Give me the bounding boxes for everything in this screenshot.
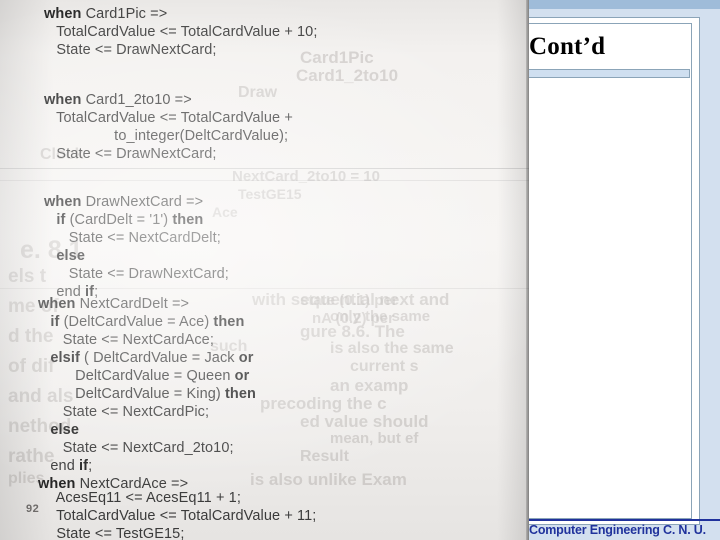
scan-right-edge-shadow	[526, 0, 529, 540]
code-line: State <= NextCardAce;	[38, 332, 214, 348]
code-line: State <= DrawNextCard;	[44, 146, 217, 162]
scan-page-number: 92	[26, 503, 40, 515]
code-line: State <= NextCardDelt;	[44, 230, 221, 246]
code-line: State <= TestGE15;	[44, 526, 185, 540]
footer-label: Computer Engineering C. N. U.	[529, 523, 706, 537]
code-line: AcesEq11 <= AcesEq11 + 1;	[44, 490, 241, 506]
code-line: DeltCardValue = King) then	[38, 386, 256, 402]
code-line: when Card1_2to10 =>	[44, 92, 192, 108]
code-line: TotalCardValue <= TotalCardValue + 11;	[44, 508, 317, 524]
slide-canvas: Cont’d Computer Engineering C. N. U. Car…	[0, 0, 720, 540]
code-line: State <= NextCard_2to10;	[38, 440, 234, 456]
code-line: else	[50, 422, 80, 438]
code-line: end if;	[38, 458, 93, 474]
code-line: if (CardDelt = '1') then	[56, 212, 204, 228]
code-line: when NextCardDelt =>	[38, 296, 190, 312]
code-line: TotalCardValue <= TotalCardValue + 10;	[44, 24, 318, 40]
scan-crease-line	[0, 180, 529, 181]
code-line: elsif ( DeltCardValue = Jack or	[50, 350, 254, 366]
code-line: else	[56, 248, 86, 264]
code-line: State <= DrawNextCard;	[44, 266, 229, 282]
code-line: when Card1Pic =>	[44, 6, 168, 22]
code-line: State <= NextCardPic;	[38, 404, 210, 420]
code-line: State <= DrawNextCard;	[44, 42, 217, 58]
code-line: when DrawNextCard =>	[44, 194, 204, 210]
slide-title: Cont’d	[529, 33, 606, 60]
code-line: to_integer(DeltCardValue);	[44, 128, 289, 144]
title-accent-rule	[523, 69, 690, 78]
code-line: DeltCardValue = Queen or	[38, 368, 250, 384]
code-line: if (DeltCardValue = Ace) then	[50, 314, 245, 330]
scan-crease-line	[0, 168, 529, 169]
code-line: TotalCardValue <= TotalCardValue +	[44, 110, 293, 126]
footer-divider	[529, 519, 720, 521]
scanned-page-image: Card1Pic Card1_2to10 Draw Clock NextCard_2to…	[0, 0, 529, 540]
